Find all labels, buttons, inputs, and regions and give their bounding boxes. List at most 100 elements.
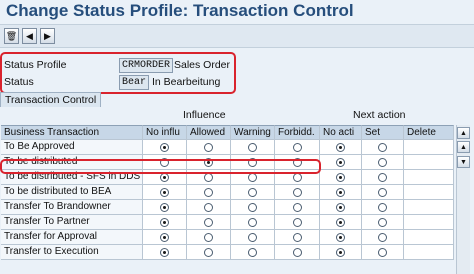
no-influence-cell (143, 230, 187, 245)
allowed-radio[interactable] (204, 142, 213, 152)
forbidden-cell (275, 230, 320, 245)
set-cell (362, 185, 404, 200)
no-action-radio[interactable] (336, 142, 345, 152)
delete-button[interactable]: 🗑 (4, 28, 19, 44)
no-action-radio[interactable] (336, 172, 345, 182)
column-header-delete[interactable]: Delete (404, 125, 454, 140)
no-action-radio[interactable] (336, 187, 345, 197)
set-cell (362, 230, 404, 245)
influence-group-label: Influence (183, 109, 226, 121)
no-influence-radio[interactable] (160, 142, 169, 152)
table-row: Transfer to Execution (1, 245, 454, 260)
allowed-radio[interactable] (204, 187, 213, 197)
scroll-up-button[interactable]: ▲ (457, 141, 470, 153)
table-row: Transfer To Brandowner (1, 200, 454, 215)
column-header-warning[interactable]: Warning (231, 125, 275, 140)
scroll-down-button[interactable]: ▼ (457, 156, 470, 168)
delete-cell (404, 155, 454, 170)
no-action-radio[interactable] (336, 202, 345, 212)
set-radio[interactable] (378, 187, 387, 197)
business-transaction-cell: Transfer to Execution (1, 245, 143, 260)
no-influence-radio[interactable] (160, 202, 169, 212)
no-action-cell (320, 245, 362, 260)
column-header-allowed[interactable]: Allowed (187, 125, 231, 140)
warning-radio[interactable] (248, 202, 257, 212)
delete-cell (404, 215, 454, 230)
table-row: Transfer for Approval (1, 230, 454, 245)
no-influence-cell (143, 200, 187, 215)
forbidden-cell (275, 215, 320, 230)
column-header-forbidden[interactable]: Forbidd. (275, 125, 320, 140)
allowed-cell (187, 140, 231, 155)
next-icon: ▶ (44, 30, 51, 41)
no-action-radio[interactable] (336, 232, 345, 242)
table-row: To be distributed to BEA (1, 185, 454, 200)
no-influence-radio[interactable] (160, 232, 169, 242)
forbidden-radio[interactable] (292, 232, 302, 242)
no-influence-radio[interactable] (160, 217, 169, 227)
allowed-radio[interactable] (204, 202, 213, 212)
set-radio[interactable] (378, 172, 387, 182)
allowed-radio[interactable] (204, 217, 213, 227)
next-action-group-label: Next action (353, 109, 406, 121)
warning-cell (231, 185, 275, 200)
allowed-cell (187, 215, 231, 230)
transaction-table: Business Transaction No influ Allowed Wa… (1, 125, 454, 260)
allowed-cell (187, 200, 231, 215)
warning-radio[interactable] (248, 217, 257, 227)
set-radio[interactable] (378, 157, 387, 167)
business-transaction-cell: To Be Approved (1, 140, 143, 155)
table-header-row: Business Transaction No influ Allowed Wa… (1, 125, 454, 140)
tab-transaction-control[interactable]: Transaction Control (0, 92, 102, 107)
table-row: Transfer To Partner (1, 215, 454, 230)
no-action-radio[interactable] (336, 157, 345, 167)
forbidden-cell (275, 200, 320, 215)
no-action-radio[interactable] (336, 217, 345, 227)
forbidden-radio[interactable] (292, 217, 302, 227)
no-influence-cell (143, 140, 187, 155)
no-action-cell (320, 155, 362, 170)
allowed-radio[interactable] (204, 232, 213, 242)
warning-radio[interactable] (248, 247, 257, 257)
warning-radio[interactable] (248, 232, 257, 242)
set-cell (362, 155, 404, 170)
row-highlight-box (0, 159, 321, 174)
column-header-set[interactable]: Set (362, 125, 404, 140)
business-transaction-cell: To be distributed to BEA (1, 185, 143, 200)
forbidden-radio[interactable] (292, 142, 302, 152)
no-action-cell (320, 200, 362, 215)
previous-button[interactable]: ◀ (22, 28, 37, 44)
table-scrollbar[interactable]: ▲ ▲ ▼ (456, 125, 470, 274)
toolbar: 🗑 ◀ ▶ (0, 24, 474, 48)
scroll-top-button[interactable]: ▲ (457, 127, 470, 139)
business-transaction-cell: Transfer for Approval (1, 230, 143, 245)
table-row: To Be Approved (1, 140, 454, 155)
forbidden-radio[interactable] (292, 187, 302, 197)
next-button[interactable]: ▶ (40, 28, 55, 44)
column-header-business-transaction[interactable]: Business Transaction (1, 125, 143, 140)
set-radio[interactable] (378, 202, 387, 212)
no-action-radio[interactable] (336, 247, 345, 257)
warning-radio[interactable] (248, 187, 257, 197)
set-radio[interactable] (378, 142, 387, 152)
business-transaction-cell: Transfer To Partner (1, 215, 143, 230)
column-header-no-action[interactable]: No acti (320, 125, 362, 140)
no-influence-radio[interactable] (160, 187, 169, 197)
no-influence-radio[interactable] (160, 247, 169, 257)
allowed-cell (187, 245, 231, 260)
forbidden-radio[interactable] (292, 247, 302, 257)
set-radio[interactable] (378, 232, 387, 242)
set-cell (362, 200, 404, 215)
warning-cell (231, 200, 275, 215)
allowed-radio[interactable] (204, 247, 213, 257)
allowed-cell (187, 185, 231, 200)
delete-cell (404, 245, 454, 260)
set-radio[interactable] (378, 217, 387, 227)
warning-radio[interactable] (248, 142, 257, 152)
column-header-no-influence[interactable]: No influ (143, 125, 187, 140)
scroll-top-icon: ▲ (460, 129, 467, 137)
scroll-up-icon: ▲ (460, 143, 467, 151)
set-radio[interactable] (378, 247, 387, 257)
forbidden-radio[interactable] (292, 202, 302, 212)
warning-cell (231, 230, 275, 245)
